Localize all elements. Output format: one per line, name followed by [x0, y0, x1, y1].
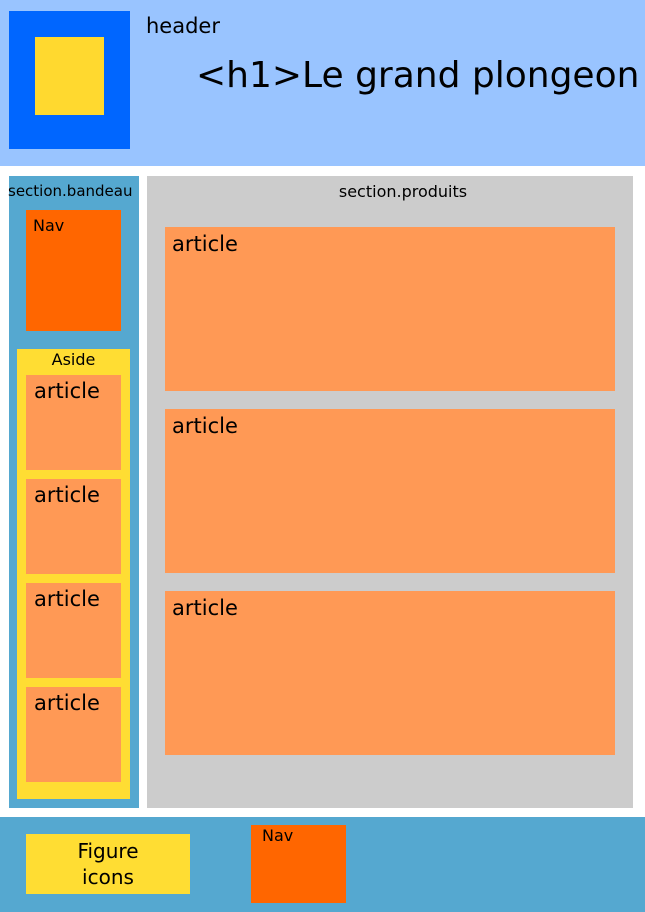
page-title: <h1>Le grand plongeon: [196, 55, 640, 96]
figure-icons-block: Figure icons: [26, 834, 190, 894]
aside-article-label: article: [34, 587, 100, 611]
aside-article-label: article: [34, 691, 100, 715]
section-bandeau-label: section.bandeau: [8, 182, 133, 200]
produit-article-label: article: [172, 596, 238, 620]
layout-diagram: header <h1>Le grand plongeon section.ban…: [0, 0, 645, 912]
aside-label: Aside: [51, 350, 96, 369]
produit-article-label: article: [172, 232, 238, 256]
nav-label-footer: Nav: [262, 826, 294, 845]
produit-article-label: article: [172, 414, 238, 438]
aside-article-label: article: [34, 483, 100, 507]
logo-image: [35, 37, 104, 115]
aside-article-label: article: [34, 379, 100, 403]
header-label: header: [146, 14, 220, 38]
nav-label-sidebar: Nav: [33, 216, 65, 235]
section-produits-label: section.produits: [338, 182, 468, 201]
